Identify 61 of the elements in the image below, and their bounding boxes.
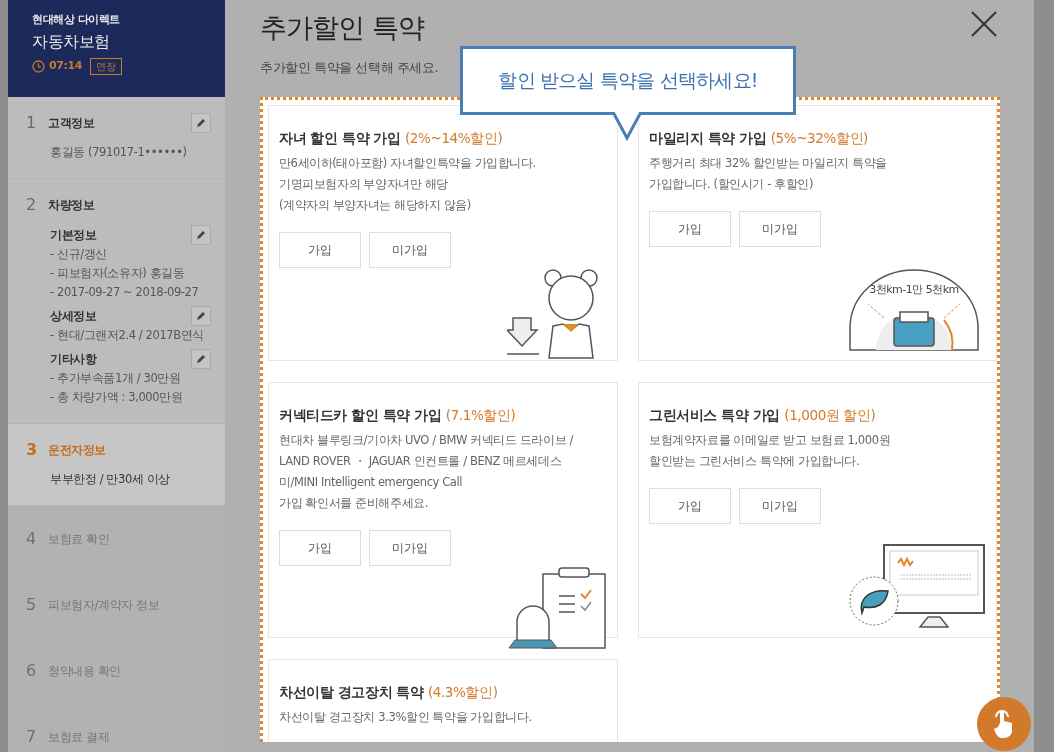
tooltip-tail — [612, 112, 642, 142]
step-number: 2 — [26, 194, 37, 216]
step-detail: 홍길동 (791017-1••••••) — [50, 144, 188, 161]
leader-line — [867, 303, 885, 319]
leader-line — [943, 303, 961, 319]
step-detail: 부부한정 / 만30세 이상 — [50, 471, 171, 488]
pencil-icon — [196, 230, 206, 240]
dialog-title: 추가할인 특약 — [260, 11, 424, 45]
edit-button[interactable] — [191, 225, 211, 245]
join-button[interactable]: 가입 — [279, 231, 361, 268]
step-detail: - 신규/갱신 — [50, 246, 108, 263]
option-description: 보험계약자료를 이메일로 받고 보험료 1,000원 할인받는 그린서비스 특약에 가입합니다. — [649, 431, 892, 470]
step-detail: - 피보험자(소유자) 홍길동 — [50, 265, 186, 282]
touch-button[interactable] — [977, 697, 1031, 751]
option-title: 자녀 할인 특약 가입 (2%~14%할인) — [279, 129, 504, 149]
option-title: 그린서비스 특약 가입 (1,000원 할인) — [649, 406, 877, 426]
decline-button[interactable]: 미가입 — [739, 487, 821, 524]
timer-text: 07:14 — [49, 58, 82, 74]
close-button[interactable] — [970, 10, 998, 38]
step-detail: - 현대/그랜저2.4 / 2017B연식 — [50, 327, 205, 344]
section-title: 기타사항 — [50, 351, 98, 368]
join-button[interactable]: 가입 — [649, 210, 731, 247]
product-title: 자동차보험 — [32, 30, 111, 53]
step-number: 6 — [26, 660, 37, 682]
decline-button[interactable]: 미가입 — [369, 231, 451, 268]
option-title: 커넥티드카 할인 특약 가입 (7.1%할인) — [279, 406, 517, 426]
clock-icon — [32, 59, 45, 73]
join-button[interactable]: 가입 — [649, 487, 731, 524]
option-description: 차선이탈 경고장치 3.3%할인 특약을 가입합니다. — [279, 708, 533, 726]
option-title: 마일리지 특약 가입 (5%~32%할인) — [649, 129, 869, 149]
edit-button[interactable] — [191, 306, 211, 326]
option-description: 만6세이하(태아포함) 자녀할인특약을 가입합니다. 기명피보험자의 부양자녀만 해당 (계약자의 부양자녀는 해당하지 않음) — [279, 154, 537, 214]
option-description: 주행거리 최대 32% 할인받는 마일리지 특약을 가입합니다. (할인시기 - 후할인) — [649, 154, 888, 193]
section-title: 기본정보 — [50, 227, 98, 244]
close-icon — [970, 10, 998, 38]
pencil-icon — [196, 311, 206, 321]
step-title[interactable]: 차량정보 — [48, 196, 211, 214]
step-number: 1 — [26, 112, 37, 134]
step-detail: - 2017-09-27 ~ 2018-09-27 — [50, 284, 200, 301]
edit-button[interactable] — [191, 349, 211, 369]
dialog-subtitle: 추가할인 특약을 선택해 주세요. — [260, 58, 440, 77]
section-title: 상세정보 — [50, 308, 98, 325]
extend-button[interactable]: 연장 — [90, 57, 122, 75]
decline-button[interactable]: 미가입 — [369, 529, 451, 566]
join-button[interactable]: 가입 — [279, 529, 361, 566]
step-title[interactable]: 고객정보 — [48, 114, 191, 132]
step-number: 4 — [26, 528, 37, 550]
distance-label: 3천km-1만 5천km — [869, 283, 959, 297]
decline-button[interactable]: 미가입 — [739, 210, 821, 247]
tooltip-callout: 할인 받으실 특약을 선택하세요! — [460, 46, 796, 115]
option-title: 차선이탈 경고장치 특약 (4.3%할인) — [279, 683, 499, 703]
step-number: 5 — [26, 594, 37, 616]
step-number: 3 — [26, 439, 38, 461]
option-description: 현대차 블루링크/기아차 UVO / BMW 커넥티드 드라이브 / LAND ROVER ・ JAGUAR 인컨트롤 / BENZ 메르세데스 미/MINI Intelligent emergency Call 가입 확인서를 준비해주세요. — [279, 431, 575, 512]
pencil-icon — [196, 118, 206, 128]
pencil-icon — [196, 354, 206, 364]
edit-button[interactable] — [191, 113, 211, 133]
step-number: 7 — [26, 726, 37, 748]
company-name: 현대해상 다이렉트 — [32, 12, 122, 27]
step-detail: - 총 차량가액 : 3,000만원 — [50, 389, 184, 406]
step-detail: - 추가부속품1개 / 30만원 — [50, 370, 182, 387]
